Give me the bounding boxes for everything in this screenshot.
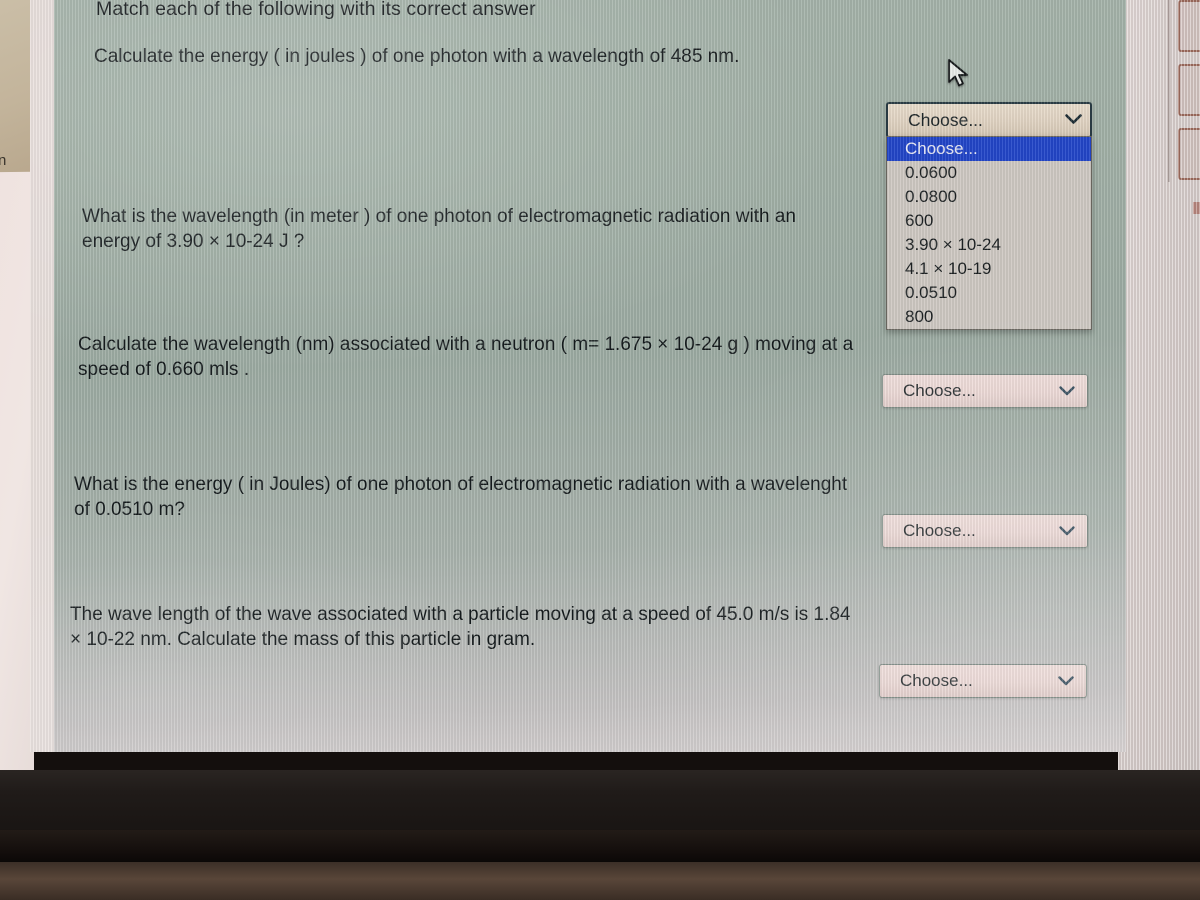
left-window-gutter	[0, 170, 34, 780]
chevron-down-icon	[1057, 381, 1077, 401]
option-choose[interactable]: Choose...	[887, 137, 1091, 161]
question-3-text: Calculate the wavelength (nm) associated…	[78, 334, 854, 380]
right-gutter-marker	[1193, 202, 1200, 214]
monitor-photo: n Match each of the following with its c…	[0, 0, 1200, 900]
chevron-down-icon	[1057, 521, 1077, 541]
right-panel-box-1[interactable]	[1178, 0, 1200, 52]
question-4-text: What is the energy ( in Joules) of one p…	[74, 474, 848, 520]
option-0-0800[interactable]: 0.0800	[887, 185, 1091, 209]
question-2-text: What is the wavelength (in meter ) of on…	[82, 206, 796, 252]
mouse-cursor-icon	[946, 58, 972, 95]
select-question-4-value: Choose...	[903, 521, 976, 540]
option-0-0510[interactable]: 0.0510	[887, 281, 1091, 305]
select-question-4[interactable]: Choose...	[882, 514, 1088, 548]
select-question-1-value: Choose...	[908, 109, 983, 130]
desk-surface	[0, 862, 1200, 900]
quiz-content: Match each of the following with its cor…	[54, 0, 1126, 752]
right-gutter-divider	[1168, 0, 1170, 182]
option-0-0600[interactable]: 0.0600	[887, 161, 1091, 185]
page-title: Match each of the following with its cor…	[96, 0, 536, 20]
select-question-3[interactable]: Choose...	[882, 374, 1088, 408]
windows-taskbar[interactable]: ɛ	[0, 770, 1200, 832]
option-600[interactable]: 600	[887, 209, 1091, 233]
right-panel-box-3[interactable]	[1178, 128, 1200, 180]
option-4-1e-19[interactable]: 4.1 × 10-19	[887, 257, 1091, 281]
monitor-bezel	[0, 830, 1200, 864]
left-background-panel	[0, 0, 33, 173]
right-panel-box-2[interactable]	[1178, 64, 1200, 116]
select-question-5-value: Choose...	[900, 671, 973, 690]
select-question-5[interactable]: Choose...	[879, 664, 1087, 698]
question-5-text: The wave length of the wave associated w…	[70, 604, 851, 650]
select-question-1-option-list[interactable]: Choose... 0.0600 0.0800 600 3.90 × 10-24…	[886, 136, 1092, 330]
left-panel-text: n	[0, 152, 7, 169]
chevron-down-icon	[1065, 110, 1082, 130]
chevron-down-icon	[1056, 671, 1076, 691]
select-question-3-value: Choose...	[903, 381, 976, 400]
option-3-90e-24[interactable]: 3.90 × 10-24	[887, 233, 1091, 257]
page-left-margin	[30, 0, 54, 752]
select-question-1[interactable]: Choose...	[886, 102, 1092, 138]
right-window-gutter	[1118, 0, 1200, 780]
option-800[interactable]: 800	[887, 305, 1091, 329]
question-1-text: Calculate the energy ( in joules ) of on…	[94, 46, 740, 67]
browser-page: Match each of the following with its cor…	[30, 0, 1126, 752]
